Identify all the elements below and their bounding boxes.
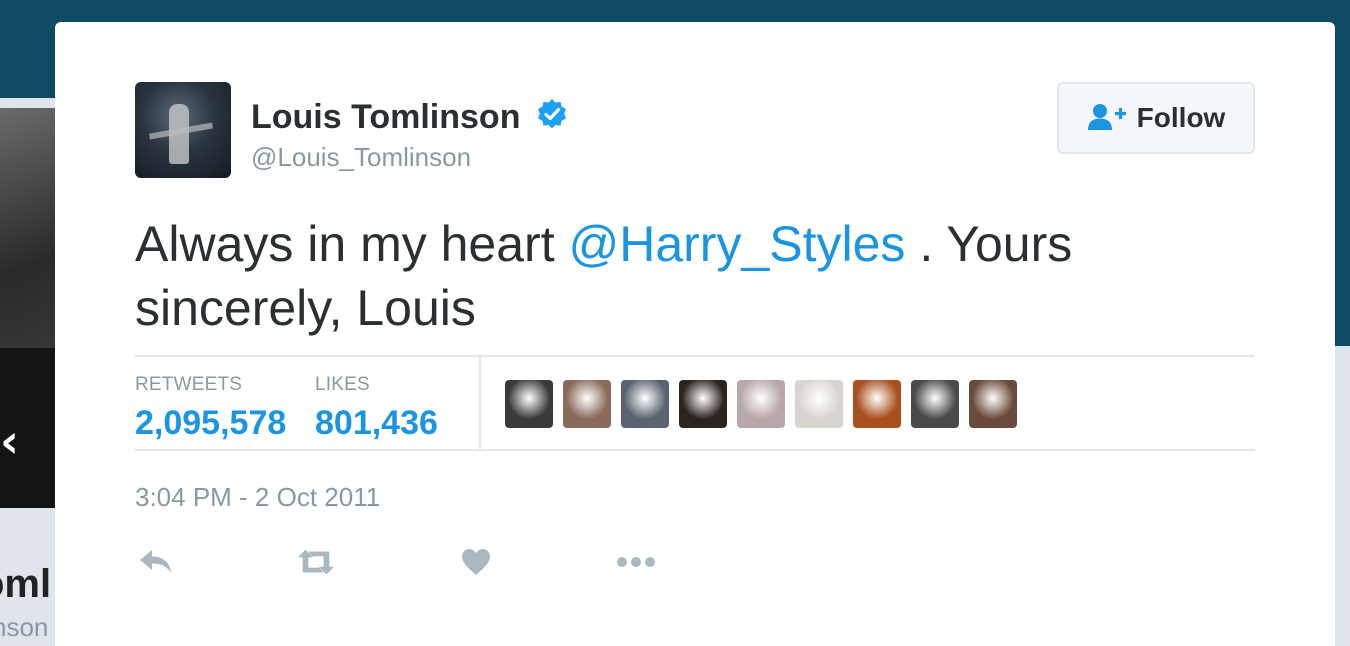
tweet-text: Always in my heart @Harry_Styles . Yours… bbox=[135, 212, 1145, 340]
retweet-icon bbox=[297, 549, 335, 575]
like-button[interactable] bbox=[455, 542, 497, 582]
add-user-icon bbox=[1087, 104, 1126, 130]
stats-divider-bottom bbox=[135, 449, 1255, 451]
previous-chevron-icon[interactable]: ‹ bbox=[0, 418, 19, 464]
likes-label: LIKES bbox=[315, 374, 370, 395]
tweet-text-before: Always in my heart bbox=[135, 216, 569, 272]
tweet-timestamp[interactable]: 3:04 PM - 2 Oct 2011 bbox=[135, 482, 380, 513]
reply-button[interactable] bbox=[135, 542, 177, 582]
follow-button-label: Follow bbox=[1136, 102, 1226, 133]
likes-stat[interactable]: LIKES 801,436 bbox=[315, 374, 438, 443]
author-handle[interactable]: @Louis_Tomlinson bbox=[251, 142, 471, 173]
tweet-modal: Louis Tomlinson @Louis_Tomlinson Follow … bbox=[55, 22, 1335, 646]
liker-avatar[interactable] bbox=[679, 380, 727, 428]
like-icon bbox=[462, 549, 490, 575]
liker-avatar[interactable] bbox=[853, 380, 901, 428]
more-button[interactable] bbox=[615, 542, 657, 582]
likes-count: 801,436 bbox=[315, 404, 438, 442]
retweets-stat[interactable]: RETWEETS 2,095,578 bbox=[135, 374, 286, 443]
liker-avatar[interactable] bbox=[505, 380, 553, 428]
verified-badge-icon bbox=[538, 99, 566, 129]
background-profile-handle: nson bbox=[0, 612, 49, 642]
liker-avatars bbox=[505, 380, 1017, 428]
liker-avatar[interactable] bbox=[969, 380, 1017, 428]
stats-divider-top bbox=[135, 355, 1255, 357]
follow-button[interactable]: Follow bbox=[1057, 82, 1255, 154]
author-display-name[interactable]: Louis Tomlinson bbox=[251, 98, 520, 137]
author-avatar[interactable] bbox=[135, 82, 231, 178]
liker-avatar[interactable] bbox=[911, 380, 959, 428]
liker-avatar[interactable] bbox=[563, 380, 611, 428]
mention-link[interactable]: @Harry_Styles bbox=[568, 216, 905, 272]
retweets-count: 2,095,578 bbox=[135, 404, 287, 442]
stats-vertical-divider bbox=[479, 357, 481, 449]
liker-avatar[interactable] bbox=[621, 380, 669, 428]
reply-icon bbox=[140, 550, 171, 573]
retweets-label: RETWEETS bbox=[135, 374, 243, 395]
more-icon bbox=[617, 557, 655, 567]
retweet-button[interactable] bbox=[295, 542, 337, 582]
liker-avatar[interactable] bbox=[795, 380, 843, 428]
background-profile-name: oml bbox=[0, 562, 52, 606]
liker-avatar[interactable] bbox=[737, 380, 785, 428]
